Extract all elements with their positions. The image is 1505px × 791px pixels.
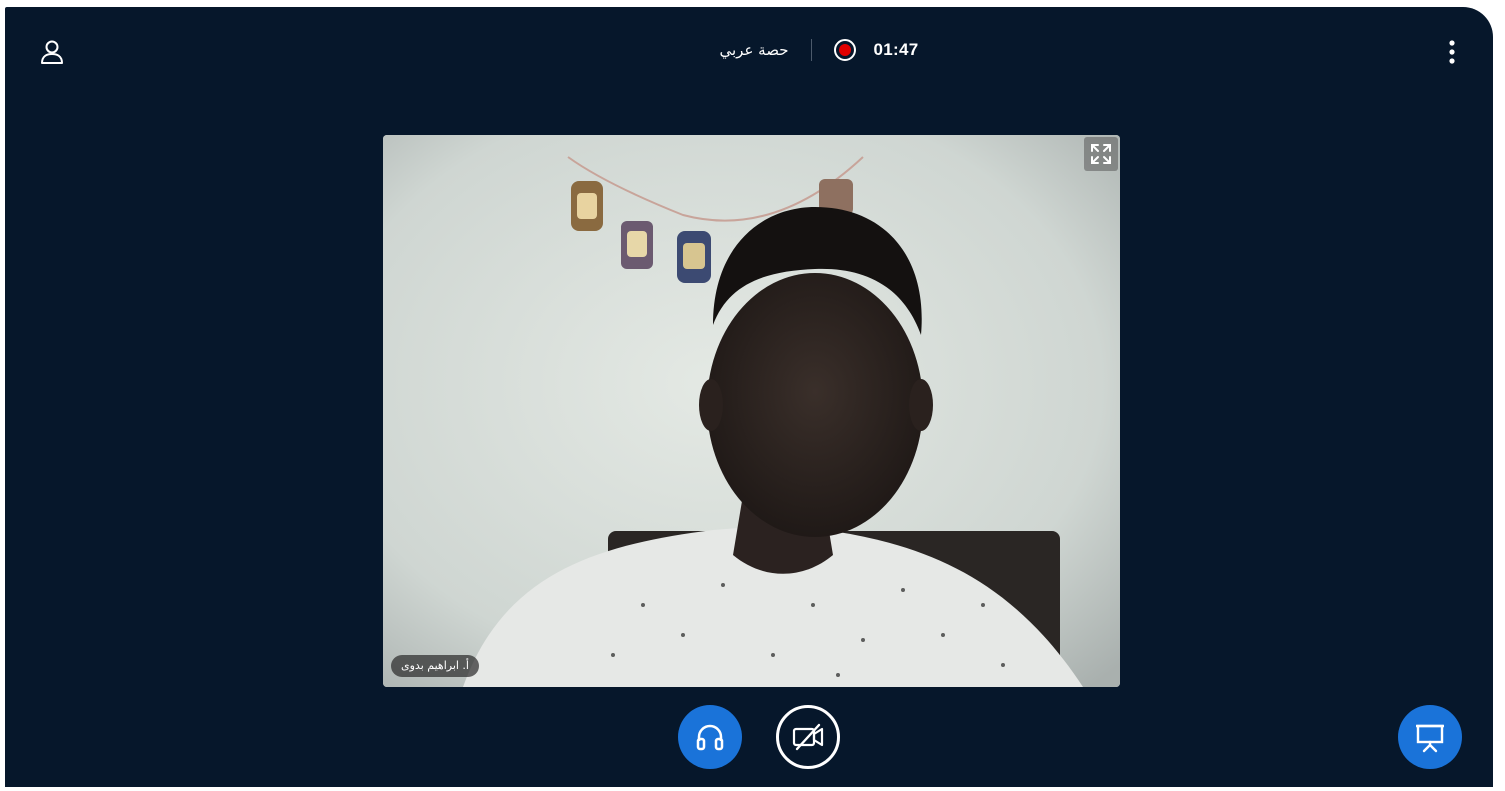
presentation-icon	[1416, 724, 1444, 753]
meeting-title: حصة عربي	[719, 41, 789, 59]
headphones-icon	[696, 724, 724, 751]
recording-timer: 01:47	[873, 40, 919, 59]
webcam-video: أ. ابراهيم بدوى	[383, 135, 1120, 687]
record-dot-icon	[833, 39, 856, 61]
fullscreen-button[interactable]	[1084, 137, 1118, 171]
camera-off-icon	[792, 723, 824, 751]
divider	[810, 39, 812, 61]
fullscreen-icon	[1091, 144, 1111, 164]
meeting-info: حصة عربي 01:47	[5, 35, 1493, 65]
camera-toggle-button[interactable]	[776, 705, 840, 769]
recording-indicator[interactable]: 01:47	[833, 39, 919, 61]
audio-button[interactable]	[678, 705, 742, 769]
meeting-app: حصة عربي 01:47 أ. ابراهيم بدوى	[5, 7, 1493, 787]
presentation-button[interactable]	[1398, 705, 1462, 769]
more-vertical-icon	[1449, 40, 1455, 64]
webcam-frame	[383, 135, 1120, 687]
options-menu-button[interactable]	[1435, 35, 1469, 69]
top-bar: حصة عربي 01:47	[5, 7, 1493, 93]
participant-name-label: أ. ابراهيم بدوى	[391, 655, 479, 677]
